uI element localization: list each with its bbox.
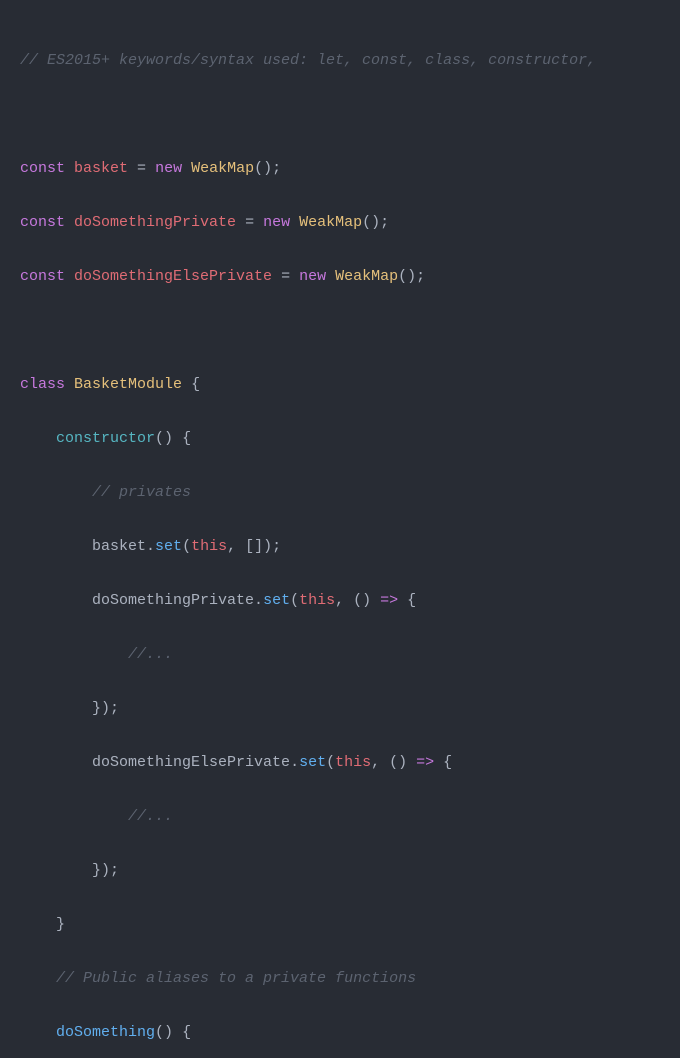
code-line: basket.set(this, []); [20,533,660,560]
class-weakmap: WeakMap [191,160,254,177]
class-weakmap: WeakMap [335,268,398,285]
code-line: doSomethingPrivate.set(this, () => { [20,587,660,614]
space [182,376,191,393]
code-line: const doSomethingElsePrivate = new WeakM… [20,263,660,290]
code-line: class BasketModule { [20,371,660,398]
comment: // ES2015+ keywords/syntax used: let, co… [20,52,596,69]
arrow: => [380,592,398,609]
brace: } [56,916,65,933]
code-line: doSomething() { [20,1019,660,1046]
punct: (); [254,160,281,177]
code-block: // ES2015+ keywords/syntax used: let, co… [0,0,680,1058]
paren: ( [326,754,335,771]
code-line: }); [20,857,660,884]
dot: . [290,754,299,771]
method-set: set [155,538,182,555]
code-line: const doSomethingPrivate = new WeakMap()… [20,209,660,236]
paren: ( [290,592,299,609]
code-line: // ES2015+ keywords/syntax used: let, co… [20,47,660,74]
code-line: constructor() { [20,425,660,452]
comment: // Public aliases to a private functions [56,970,416,987]
code-line: }); [20,695,660,722]
code-line [20,101,660,128]
code-line [20,317,660,344]
keyword-this: this [191,538,227,555]
space [182,160,191,177]
keyword-const: const [20,214,65,231]
brace: { [443,754,452,771]
operator: = [128,160,155,177]
comment: // privates [92,484,191,501]
space [65,376,74,393]
constructor-keyword: constructor [56,430,155,447]
ident-dosomethingprivate: doSomethingPrivate [92,592,254,609]
operator: = [236,214,263,231]
keyword-const: const [20,160,65,177]
space [398,592,407,609]
method-set: set [263,592,290,609]
operator: = [272,268,299,285]
punct: (); [398,268,425,285]
dot: . [146,538,155,555]
space [173,1024,182,1041]
brace: { [182,430,191,447]
punct: , []); [227,538,281,555]
keyword-const: const [20,268,65,285]
code-line: //... [20,803,660,830]
method-set: set [299,754,326,771]
space [434,754,443,771]
code-line: //... [20,641,660,668]
comment: //... [128,646,173,663]
class-weakmap: WeakMap [299,214,362,231]
comment: //... [128,808,173,825]
method-dosomething: doSomething [56,1024,155,1041]
paren: ( [182,538,191,555]
punct: , () [371,754,416,771]
class-basketmodule: BasketModule [74,376,182,393]
var-basket: basket [74,160,128,177]
keyword-new: new [263,214,290,231]
dot: . [254,592,263,609]
var-dosomethingprivate: doSomethingPrivate [74,214,236,231]
code-line: // Public aliases to a private functions [20,965,660,992]
code-line: // privates [20,479,660,506]
paren: () [155,1024,173,1041]
keyword-new: new [155,160,182,177]
keyword-this: this [335,754,371,771]
punct: , () [335,592,380,609]
paren: () [155,430,173,447]
brace: { [191,376,200,393]
brace: { [407,592,416,609]
var-dosomethingelseprivate: doSomethingElsePrivate [74,268,272,285]
code-line: const basket = new WeakMap(); [20,155,660,182]
arrow: => [416,754,434,771]
punct: }); [92,700,119,717]
brace: { [182,1024,191,1041]
space [326,268,335,285]
space [173,430,182,447]
keyword-new: new [299,268,326,285]
punct: (); [362,214,389,231]
space [290,214,299,231]
code-line: } [20,911,660,938]
ident-basket: basket [92,538,146,555]
ident-dosomethingelseprivate: doSomethingElsePrivate [92,754,290,771]
keyword-class: class [20,376,65,393]
code-line: doSomethingElsePrivate.set(this, () => { [20,749,660,776]
punct: }); [92,862,119,879]
keyword-this: this [299,592,335,609]
